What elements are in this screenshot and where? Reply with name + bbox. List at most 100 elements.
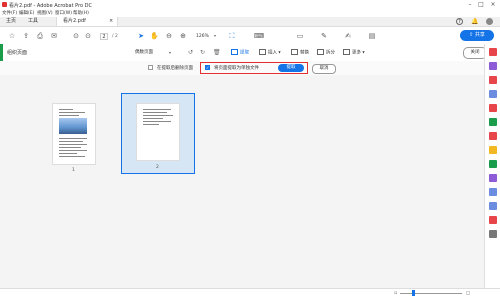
- menu-window[interactable]: 窗口(W): [55, 10, 72, 16]
- send-icon[interactable]: [489, 188, 497, 196]
- menu-edit[interactable]: 编辑(E): [19, 10, 34, 16]
- split-tool[interactable]: 拆分: [317, 49, 335, 57]
- redact-icon[interactable]: [489, 216, 497, 224]
- extract-options-bar: 在提取后删除页面 ✓ 将页面提取为单独文件 提取 取消: [0, 61, 484, 76]
- replace-icon: [291, 49, 298, 55]
- text-line: [59, 141, 83, 142]
- select-cursor-icon[interactable]: ➤: [137, 32, 145, 40]
- sign-icon[interactable]: ✍: [344, 32, 352, 40]
- edit-pdf-icon[interactable]: [489, 76, 497, 84]
- avatar-icon[interactable]: [486, 18, 493, 25]
- zoom-in-icon[interactable]: ⊕: [179, 32, 187, 40]
- zoom-out-small-icon[interactable]: ▫: [394, 290, 397, 296]
- create-pdf-icon[interactable]: [489, 62, 497, 70]
- hand-icon[interactable]: ✋: [150, 32, 159, 40]
- acrobat-logo-icon: [2, 2, 7, 7]
- zoom-slider-track[interactable]: [400, 293, 462, 294]
- chevron-down-icon: ▾: [169, 50, 172, 55]
- menu-view[interactable]: 视图(V): [37, 10, 53, 16]
- prev-page-icon[interactable]: ⊙: [72, 32, 80, 40]
- page-total: / 2: [112, 34, 118, 39]
- more-icon: [343, 49, 350, 55]
- zoom-dropdown-icon[interactable]: ▾: [214, 33, 216, 38]
- scan-icon[interactable]: [489, 160, 497, 168]
- rotate-right-icon[interactable]: ↻: [200, 49, 205, 57]
- pen-icon[interactable]: ✎: [320, 32, 328, 40]
- text-line: [59, 112, 85, 113]
- replace-tool-label: 替换: [300, 50, 309, 56]
- zoom-out-icon[interactable]: ⊖: [165, 32, 173, 40]
- split-icon: [317, 49, 324, 55]
- delete-after-extract-checkbox[interactable]: [148, 65, 153, 70]
- title-bar: 看片2.pdf - Adobe Acrobat Pro DC – □ ×: [0, 0, 500, 9]
- combine-files-icon[interactable]: [489, 90, 497, 98]
- more-tool[interactable]: 更多 ▾: [343, 49, 365, 57]
- extract-tool-label: 提取: [240, 50, 249, 56]
- organize-pages-icon[interactable]: [489, 118, 497, 126]
- export-icon[interactable]: [489, 104, 497, 112]
- delete-icon[interactable]: 🗑: [213, 49, 221, 57]
- tab-tools[interactable]: 工具: [22, 17, 44, 26]
- right-tools-panel: [484, 44, 500, 288]
- page-label-1: 1: [72, 168, 75, 173]
- new-icon[interactable]: ☆: [8, 32, 16, 40]
- tab-document[interactable]: 看片2.pdf ×: [56, 17, 118, 26]
- insert-icon: [259, 49, 266, 55]
- email-icon[interactable]: ✉: [50, 32, 58, 40]
- separate-files-checkbox[interactable]: ✓: [205, 65, 210, 70]
- close-tab-icon[interactable]: ×: [109, 17, 113, 26]
- fill-sign-panel-icon[interactable]: [489, 174, 497, 182]
- pdf-icon[interactable]: [489, 132, 497, 140]
- close-window-icon[interactable]: ×: [489, 1, 497, 8]
- keyboard-icon[interactable]: ⌨: [254, 32, 264, 40]
- menu-file[interactable]: 文件(F): [2, 10, 17, 16]
- text-line: [143, 109, 171, 110]
- text-line: [59, 138, 87, 139]
- zoom-in-small-icon[interactable]: ◻: [466, 290, 470, 296]
- maximize-icon[interactable]: □: [477, 1, 485, 8]
- page-thumbnail-2-selected[interactable]: 2: [121, 93, 195, 174]
- minimize-icon[interactable]: –: [466, 1, 474, 8]
- fill-sign-icon[interactable]: ▤: [368, 32, 376, 40]
- text-line: [143, 124, 159, 125]
- text-line: [59, 144, 87, 145]
- text-line: [143, 112, 167, 113]
- replace-tool[interactable]: 替换: [291, 49, 309, 57]
- menu-bar: 文件(F) 编辑(E) 视图(V) 窗口(W) 帮助(H): [0, 9, 500, 17]
- next-page-icon[interactable]: ⊙: [84, 32, 92, 40]
- window-title: 看片2.pdf - Adobe Acrobat Pro DC: [9, 3, 93, 9]
- export-pdf-icon[interactable]: [489, 48, 497, 56]
- insert-tool[interactable]: 插入 ▾: [259, 49, 281, 57]
- fit-page-icon[interactable]: ⛶: [228, 32, 236, 40]
- extract-button[interactable]: 提取: [278, 64, 304, 72]
- comment-panel-icon[interactable]: [489, 146, 497, 154]
- organize-accent: [0, 44, 3, 61]
- comment-icon[interactable]: ▭: [296, 32, 304, 40]
- menu-help[interactable]: 帮助(H): [73, 10, 89, 16]
- organize-toolbar: 组织页面 偶数页面 ▾ ↺ ↻ 🗑 提取 插入 ▾ 替换 拆分 更多 ▾ 关闭: [0, 44, 487, 62]
- page-range-select[interactable]: 偶数页面 ▾: [135, 48, 175, 57]
- print-icon[interactable]: ⎙: [36, 32, 44, 40]
- tab-home[interactable]: 主页: [0, 17, 22, 26]
- page-thumbnail-2[interactable]: [136, 103, 180, 161]
- text-line: [59, 153, 77, 154]
- text-line: [59, 147, 81, 148]
- share-button[interactable]: ⇧ 共享: [460, 30, 494, 41]
- help-icon[interactable]: ?: [456, 18, 463, 25]
- zoom-level[interactable]: 126%: [196, 34, 209, 39]
- split-tool-label: 拆分: [326, 50, 335, 56]
- tab-document-label: 看片2.pdf: [63, 18, 86, 24]
- extract-tool[interactable]: 提取: [231, 49, 249, 57]
- page-thumbnail-1[interactable]: [52, 103, 96, 165]
- upload-icon[interactable]: ⇪: [22, 32, 30, 40]
- text-line: [59, 109, 73, 110]
- protect-icon[interactable]: [489, 202, 497, 210]
- cancel-button[interactable]: 取消: [312, 64, 336, 74]
- more-tools-icon[interactable]: [489, 230, 497, 238]
- zoom-slider-handle[interactable]: [412, 290, 415, 296]
- bell-icon[interactable]: 🔔: [471, 18, 478, 25]
- rotate-left-icon[interactable]: ↺: [188, 49, 193, 57]
- page-number-input[interactable]: 2: [100, 33, 108, 40]
- page-thumbnails-area: 1 2: [0, 75, 484, 288]
- chevron-down-icon: ▾: [361, 50, 365, 56]
